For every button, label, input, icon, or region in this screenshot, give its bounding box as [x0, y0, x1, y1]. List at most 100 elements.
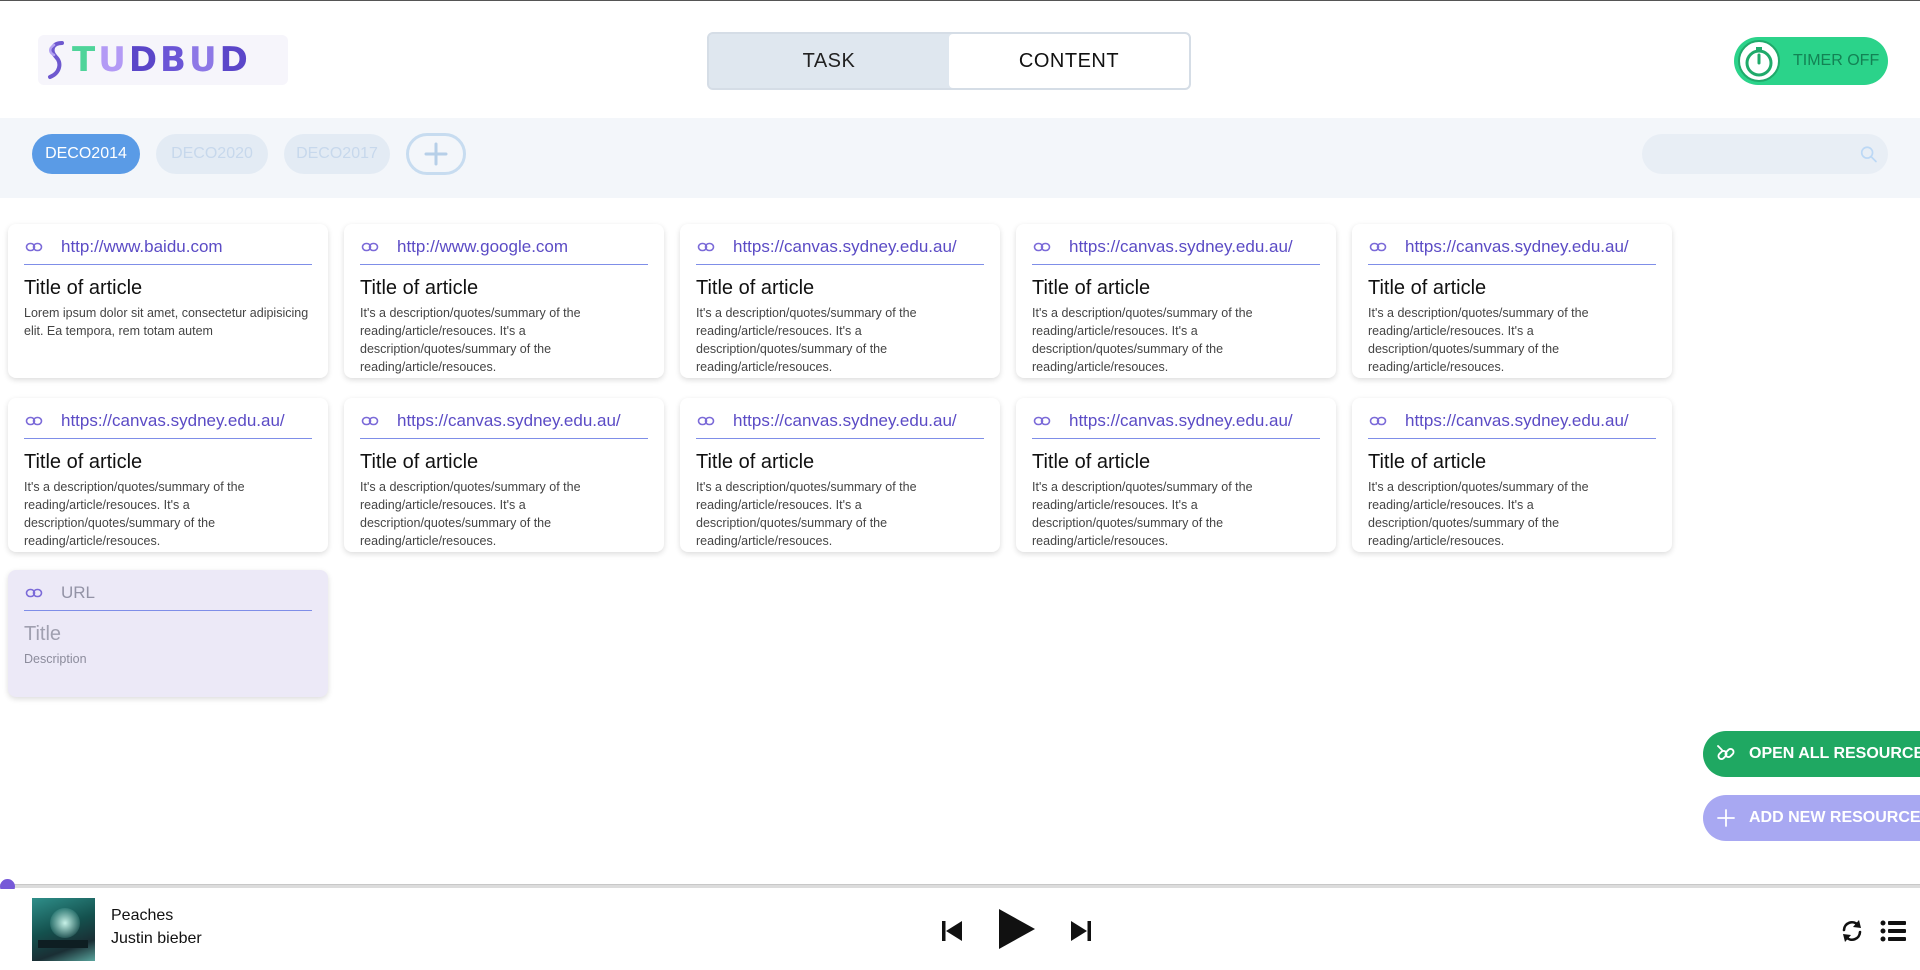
card-url-row: http://www.baidu.com [24, 229, 312, 265]
resource-card[interactable]: https://canvas.sydney.edu.au/Title of ar… [1352, 398, 1672, 552]
resource-description: It's a description/quotes/summary of the… [24, 480, 245, 548]
resource-url-link[interactable]: https://canvas.sydney.edu.au/ [397, 411, 621, 431]
new-description-field[interactable]: Description [24, 650, 312, 668]
new-resource-card[interactable]: URL Title Description [8, 570, 328, 697]
card-url-row: https://canvas.sydney.edu.au/ [1368, 229, 1656, 265]
skip-next-button[interactable] [1069, 919, 1093, 943]
resource-card[interactable]: https://canvas.sydney.edu.au/Title of ar… [1016, 398, 1336, 552]
link-icon [361, 416, 379, 425]
playlist-button[interactable] [1880, 920, 1906, 942]
course-chip-deco2014[interactable]: DECO2014 [32, 134, 140, 174]
resource-card[interactable]: https://canvas.sydney.edu.au/Title of ar… [344, 398, 664, 552]
album-art [32, 898, 95, 961]
add-new-resource-label: ADD NEW RESOURCE [1749, 809, 1920, 826]
resource-card[interactable]: http://www.google.com Title of article It'… [344, 224, 664, 378]
timer-label: TIMER OFF [1793, 52, 1880, 69]
resource-title: Title of article [24, 277, 143, 299]
new-url-field[interactable]: URL [61, 583, 95, 603]
plus-icon [424, 142, 448, 166]
card-url-row: https://canvas.sydney.edu.au/ [1032, 229, 1320, 265]
link-icon [1369, 416, 1387, 425]
resource-url-link[interactable]: https://canvas.sydney.edu.au/ [1069, 411, 1293, 431]
play-icon [999, 909, 1035, 949]
resource-url-link[interactable]: https://canvas.sydney.edu.au/ [1405, 237, 1629, 257]
play-button[interactable] [996, 908, 1036, 950]
logo-letter: B [160, 40, 186, 80]
plus-icon [1717, 809, 1735, 827]
app-logo[interactable]: TUDBUD [38, 35, 288, 85]
skip-next-icon [1071, 921, 1091, 941]
course-bar: DECO2014 DECO2020 DECO2017 [0, 118, 1920, 198]
music-player: Peaches Justin bieber [0, 889, 1920, 970]
tab-task[interactable]: TASK [709, 34, 949, 88]
link-off-icon [1717, 745, 1735, 760]
playback-progress-bar[interactable] [0, 884, 1920, 888]
open-all-resource-button[interactable]: OPEN ALL RESOURCE [1703, 731, 1920, 777]
resource-title: Title of article [696, 451, 815, 473]
card-url-row: https://canvas.sydney.edu.au/ [360, 403, 648, 439]
resource-title: Title of article [1032, 451, 1151, 473]
logo-letter: T [72, 40, 96, 80]
resource-description: It's a description/quotes/summary of the… [1368, 480, 1589, 548]
resource-url-link[interactable]: http://www.google.com [397, 237, 568, 257]
resource-url-link[interactable]: https://canvas.sydney.edu.au/ [1405, 411, 1629, 431]
card-url-row: URL [24, 575, 312, 611]
repeat-button[interactable] [1839, 918, 1865, 944]
tab-content[interactable]: CONTENT [949, 34, 1189, 88]
link-icon [1033, 416, 1051, 425]
resource-card[interactable]: https://canvas.sydney.edu.au/Title of ar… [1016, 224, 1336, 378]
skip-previous-button[interactable] [940, 919, 964, 943]
album-art-band [38, 940, 88, 948]
header: TUDBUD TASK CONTENT TIMER OFF [0, 1, 1920, 118]
repeat-icon [1842, 920, 1862, 942]
card-url-row: https://canvas.sydney.edu.au/ [696, 229, 984, 265]
resource-title: Title of article [360, 451, 479, 473]
search-icon[interactable] [1859, 140, 1878, 168]
logo-letter: U [98, 40, 126, 80]
skip-previous-icon [942, 921, 962, 941]
timer-toggle-button[interactable]: TIMER OFF [1734, 37, 1888, 85]
add-new-resource-button[interactable]: ADD NEW RESOURCE [1703, 795, 1920, 841]
card-url-row: https://canvas.sydney.edu.au/ [696, 403, 984, 439]
resource-title: Title of article [1368, 277, 1487, 299]
resource-card[interactable]: https://canvas.sydney.edu.au/Title of ar… [680, 398, 1000, 552]
link-icon [697, 242, 715, 251]
new-title-field[interactable]: Title [24, 623, 312, 646]
resource-card[interactable]: https://canvas.sydney.edu.au/Title of ar… [8, 398, 328, 552]
resource-description: It's a description/quotes/summary of the… [696, 306, 917, 374]
search-input[interactable] [1642, 134, 1859, 174]
view-toggle: TASK CONTENT [707, 32, 1191, 90]
track-artist: Justin bieber [111, 930, 202, 947]
resource-title: Title of article [696, 277, 815, 299]
resource-description: It's a description/quotes/summary of the… [360, 306, 581, 374]
resource-card[interactable]: https://canvas.sydney.edu.au/Title of ar… [680, 224, 1000, 378]
playlist-icon [1880, 920, 1906, 942]
resource-url-link[interactable]: https://canvas.sydney.edu.au/ [733, 237, 957, 257]
resource-description: It's a description/quotes/summary of the… [360, 480, 581, 548]
resource-url-link[interactable]: http://www.baidu.com [61, 237, 223, 257]
course-chip-deco2017[interactable]: DECO2017 [284, 134, 390, 174]
link-icon [361, 242, 379, 251]
resource-description: It's a description/quotes/summary of the… [1032, 306, 1253, 374]
card-url-row: https://canvas.sydney.edu.au/ [1368, 403, 1656, 439]
course-chip-deco2020[interactable]: DECO2020 [156, 134, 268, 174]
resource-description: Lorem ipsum dolor sit amet, consectetur … [24, 306, 309, 338]
search-box [1642, 134, 1888, 174]
logo-letter: D [219, 40, 248, 80]
resource-card[interactable]: http://www.baidu.com Title of article Lore… [8, 224, 328, 378]
resource-url-link[interactable]: https://canvas.sydney.edu.au/ [733, 411, 957, 431]
link-icon [697, 416, 715, 425]
logo-letter: U [188, 40, 217, 80]
link-icon [25, 416, 43, 425]
resource-title: Title of article [1368, 451, 1487, 473]
resource-url-link[interactable]: https://canvas.sydney.edu.au/ [61, 411, 285, 431]
add-course-button[interactable] [406, 133, 466, 175]
card-url-row: https://canvas.sydney.edu.au/ [1032, 403, 1320, 439]
link-icon [25, 242, 43, 251]
resource-card[interactable]: https://canvas.sydney.edu.au/Title of ar… [1352, 224, 1672, 378]
resource-url-link[interactable]: https://canvas.sydney.edu.au/ [1069, 237, 1293, 257]
resource-description: It's a description/quotes/summary of the… [1368, 306, 1589, 374]
link-icon [1033, 242, 1051, 251]
card-url-row: https://canvas.sydney.edu.au/ [24, 403, 312, 439]
resource-title: Title of article [1032, 277, 1151, 299]
